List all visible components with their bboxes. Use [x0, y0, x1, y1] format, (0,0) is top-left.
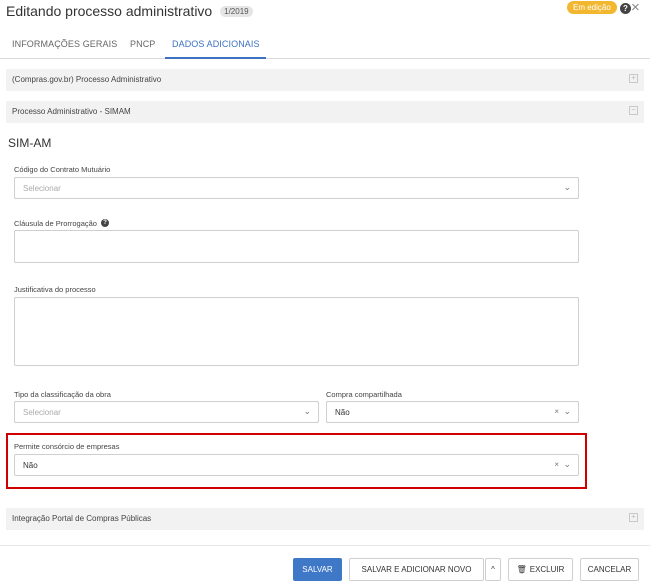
delete-button-label: EXCLUIR — [529, 565, 565, 574]
tipo-obra-placeholder: Selecionar — [23, 408, 61, 417]
codigo-contrato-select[interactable]: Selecionar ⌄ — [14, 177, 579, 199]
consorcio-label: Permite consórcio de empresas — [14, 442, 120, 451]
chevron-down-icon: ⌄ — [563, 459, 571, 469]
panel-portal-compras-label: Integração Portal de Compras Públicas — [12, 514, 152, 523]
clear-icon[interactable]: × — [554, 407, 559, 416]
cancel-button[interactable]: CANCELAR — [580, 558, 639, 581]
help-icon[interactable]: ? — [620, 3, 631, 14]
plus-square-icon[interactable]: + — [629, 513, 638, 522]
consorcio-select[interactable]: Não × ⌄ — [14, 454, 579, 476]
minus-square-icon[interactable]: − — [629, 106, 638, 115]
chevron-down-icon: ⌄ — [563, 182, 571, 192]
compra-compartilhada-select[interactable]: Não × ⌄ — [326, 401, 579, 423]
section-title: SIM-AM — [8, 136, 52, 150]
tipo-obra-label: Tipo da classificação da obra — [14, 390, 111, 399]
codigo-contrato-label: Código do Contrato Mutuário — [14, 165, 111, 174]
plus-square-icon[interactable]: + — [629, 74, 638, 83]
justificativa-textarea[interactable] — [14, 297, 579, 366]
info-icon[interactable]: ? — [101, 219, 110, 228]
clausula-label-text: Cláusula de Prorrogação — [14, 219, 97, 228]
save-button[interactable]: SALVAR — [293, 558, 342, 581]
panel-simam-label: Processo Administrativo - SIMAM — [12, 107, 131, 116]
codigo-contrato-placeholder: Selecionar — [23, 184, 61, 193]
panel-compras-gov[interactable]: (Compras.gov.br) Processo Administrativo… — [6, 69, 644, 91]
consorcio-value: Não — [23, 461, 38, 470]
tab-dados-adicionais[interactable]: DADOS ADICIONAIS — [172, 39, 260, 49]
tab-pncp[interactable]: PNCP — [130, 39, 155, 49]
status-badge: Em edição — [567, 1, 617, 14]
save-options-dropdown-button[interactable]: ^ — [485, 558, 501, 581]
dialog-footer: SALVAR SALVAR E ADICIONAR NOVO ^ 🗑 EXCLUI… — [0, 545, 650, 588]
chevron-down-icon: ⌄ — [563, 406, 571, 416]
tab-informacoes-gerais[interactable]: INFORMAÇÕES GERAIS — [12, 39, 117, 49]
save-and-add-new-button[interactable]: SALVAR E ADICIONAR NOVO — [349, 558, 484, 581]
dialog-title-text: Editando processo administrativo — [6, 3, 213, 19]
close-icon[interactable]: × — [631, 0, 640, 15]
trash-icon: 🗑 — [516, 565, 527, 574]
clear-icon[interactable]: × — [554, 460, 559, 469]
process-number-badge: 1/2019 — [220, 5, 253, 17]
panel-portal-compras[interactable]: Integração Portal de Compras Públicas + — [6, 508, 644, 530]
dialog-title: Editando processo administrativo 1/2019 — [6, 3, 253, 19]
dialog-header: Editando processo administrativo 1/2019 … — [0, 0, 650, 26]
delete-button[interactable]: 🗑 EXCLUIR — [508, 558, 573, 581]
chevron-down-icon: ⌄ — [303, 406, 311, 416]
panel-simam[interactable]: Processo Administrativo - SIMAM − — [6, 101, 644, 123]
compra-compartilhada-value: Não — [335, 408, 350, 417]
active-tab-indicator — [165, 57, 266, 59]
clausula-label: Cláusula de Prorrogação ? — [14, 219, 110, 228]
tipo-obra-select[interactable]: Selecionar ⌄ — [14, 401, 319, 423]
tab-bar: INFORMAÇÕES GERAIS PNCP DADOS ADICIONAIS — [0, 34, 650, 59]
panel-compras-gov-label: (Compras.gov.br) Processo Administrativo — [12, 75, 162, 84]
justificativa-label: Justificativa do processo — [14, 285, 96, 294]
compra-compartilhada-label: Compra compartilhada — [326, 390, 402, 399]
clausula-input[interactable] — [14, 230, 579, 263]
